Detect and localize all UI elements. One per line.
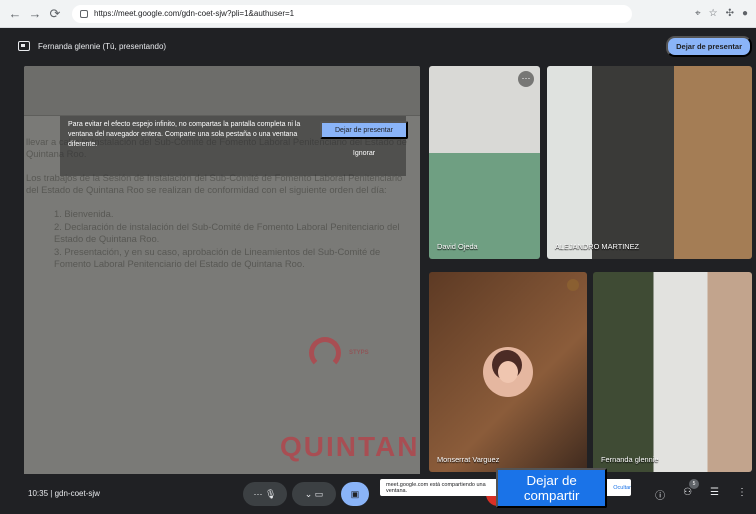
meeting-time-and-code: 10:35 | gdn-coet-sjw — [28, 489, 100, 498]
agenda-list: 1. Bienvenida. 2. Declaración de instala… — [54, 208, 408, 270]
ignore-warning-button[interactable]: Ignorar — [320, 150, 408, 157]
participant-name: Fernanda glennie — [601, 455, 659, 464]
stop-presenting-top-button[interactable]: Dejar de presentar — [666, 35, 752, 57]
address-bar[interactable]: https://meet.google.com/gdn-coet-sjw?pli… — [72, 4, 632, 23]
forward-icon[interactable]: → — [28, 6, 42, 22]
translate-icon[interactable]: ⌖ — [695, 8, 701, 19]
participant-tile-alejandro[interactable]: ALEJANDRO MARTINEZ — [547, 66, 752, 259]
more-options-icon[interactable]: ⋯ — [518, 71, 534, 87]
meeting-time: 10:35 — [28, 489, 49, 498]
shared-document-screen: llevar a cabo la Instalación del Sub-Com… — [24, 66, 420, 492]
back-icon[interactable]: ← — [8, 6, 22, 22]
browser-toolbar: ← → ⟳ https://meet.google.com/gdn-coet-s… — [0, 0, 756, 28]
participant-name: David Ojeda — [437, 242, 478, 251]
microphone-button[interactable]: ⋯ 🎙 — [243, 482, 287, 506]
participant-count-badge: 5 — [689, 479, 699, 489]
participant-tile-monserrat[interactable]: Monserrat Varguez — [429, 272, 587, 472]
window-sharing-banner: meet.google.com está compartiendo una ve… — [380, 467, 631, 508]
participant-tile-fernanda[interactable]: Fernanda glennie — [593, 272, 752, 472]
quintana-logo: QUINTANA — [280, 431, 420, 462]
participant-avatar — [483, 347, 533, 397]
meeting-code: gdn-coet-sjw — [54, 489, 100, 498]
document-toolbar — [24, 66, 420, 116]
right-meeting-tools: ⓘ ⚇ ☰ ⋮ — [655, 487, 747, 502]
presenting-icon — [18, 41, 30, 51]
site-info-icon[interactable] — [80, 9, 88, 18]
banner-message: meet.google.com está compartiendo una ve… — [386, 481, 486, 494]
presenter-label: Fernanda glennie (Tú, presentando) — [38, 41, 167, 51]
browser-actions: ⌖ ☆ ✣ ● — [695, 8, 748, 19]
chat-icon[interactable]: ☰ — [710, 487, 719, 502]
agenda-item: 2. Declaración de instalación del Sub-Co… — [54, 221, 400, 244]
screen-share-warning-text: Para evitar el efecto espejo infinito, n… — [68, 121, 301, 148]
participants-icon[interactable]: ⚇ — [683, 487, 692, 502]
camera-button[interactable]: ⌄ ▭ — [292, 482, 336, 506]
participant-tile-david[interactable]: ⋯ David Ojeda — [429, 66, 540, 259]
screen-share-warning: Para evitar el efecto espejo infinito, n… — [60, 116, 408, 176]
activities-icon[interactable]: ⋮ — [737, 487, 747, 502]
presentation-bar: Fernanda glennie (Tú, presentando) Dejar… — [18, 35, 752, 57]
microphone-icon: ⋯ 🎙 — [253, 488, 277, 499]
bookmark-icon[interactable]: ☆ — [709, 8, 718, 19]
info-icon[interactable]: ⓘ — [655, 487, 665, 502]
reload-icon[interactable]: ⟳ — [48, 6, 62, 22]
agenda-item: 1. Bienvenida. — [54, 208, 114, 219]
stop-sharing-button[interactable]: Dejar de compartir — [496, 467, 608, 508]
agenda-item: 3. Presentación, y en su caso, aprobació… — [54, 246, 381, 269]
url-text[interactable]: https://meet.google.com/gdn-coet-sjw?pli… — [94, 9, 294, 18]
profile-icon[interactable]: ● — [742, 8, 748, 19]
present-icon: ▣ — [350, 488, 360, 499]
meeting-controls: 10:35 | gdn-coet-sjw ⋯ 🎙 ⌄ ▭ ▣ ☎ ⓘ ⚇ ☰ ⋮… — [0, 474, 756, 514]
participant-name: Monserrat Varguez — [437, 455, 500, 464]
stps-symbol — [309, 337, 341, 369]
muted-icon — [567, 279, 579, 291]
camera-icon: ⌄ ▭ — [304, 488, 324, 499]
browser-navigation: ← → ⟳ — [8, 6, 62, 22]
extensions-icon[interactable]: ✣ — [726, 8, 734, 19]
participant-name: ALEJANDRO MARTINEZ — [555, 242, 640, 251]
hide-banner-button[interactable]: Ocultar — [613, 485, 631, 491]
stps-logo: STYPS — [309, 333, 420, 373]
stop-presenting-button[interactable]: Dejar de presentar — [320, 121, 408, 139]
present-now-button[interactable]: ▣ — [341, 482, 369, 506]
stps-logo-text: STYPS — [349, 350, 369, 356]
meet-window: Fernanda glennie (Tú, presentando) Dejar… — [0, 28, 756, 514]
